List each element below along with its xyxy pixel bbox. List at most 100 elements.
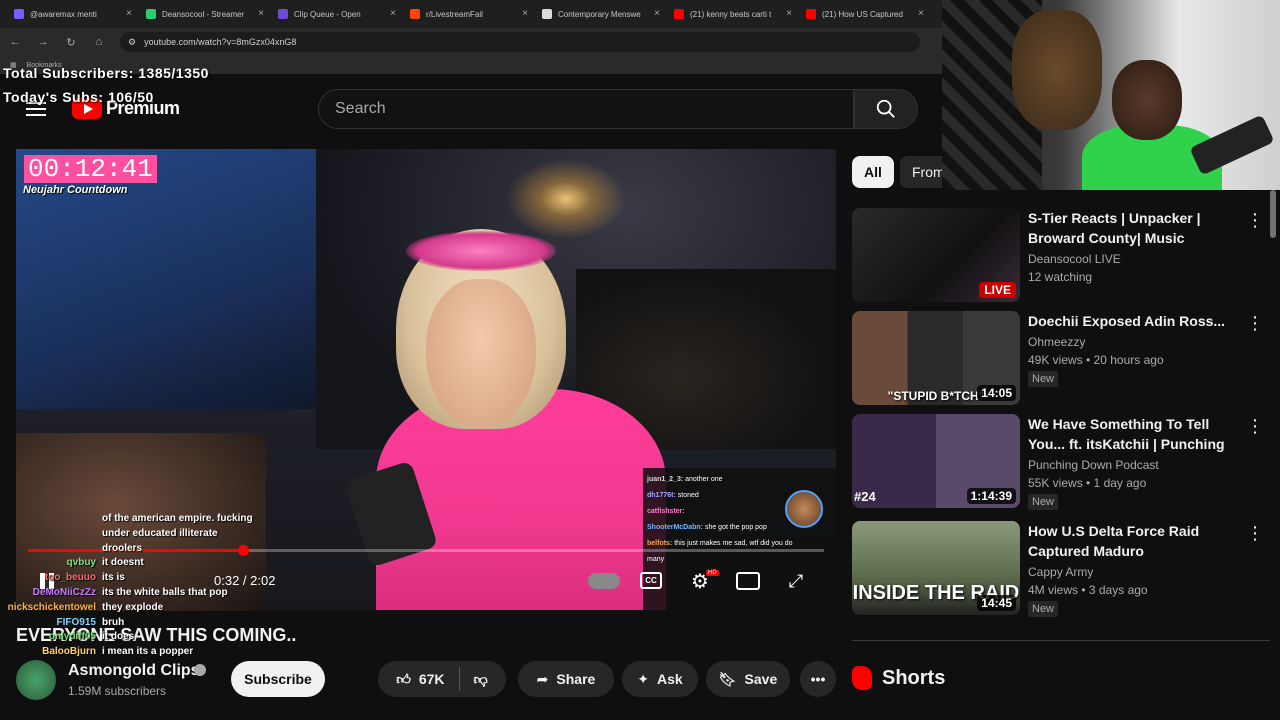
- tab-close-icon[interactable]: ×: [258, 8, 264, 19]
- more-vertical-icon[interactable]: ⋮: [1246, 417, 1264, 438]
- more-vertical-icon[interactable]: ⋮: [1246, 524, 1264, 545]
- tab-label: Deansocool - Streamer: [162, 9, 245, 19]
- tab-favicon-icon: [806, 9, 816, 19]
- tab-close-icon[interactable]: ×: [390, 8, 396, 19]
- site-info-icon[interactable]: ⚙: [128, 37, 136, 48]
- shorts-label: Shorts: [882, 666, 946, 689]
- chat-text: it doesnt: [102, 557, 144, 569]
- stream-chat-left-overlay: of the american empire. fucking under edu…: [4, 512, 294, 660]
- browser-tab[interactable]: @awaremax menti ×: [6, 3, 138, 25]
- save-button[interactable]: 🔖︎ Save: [706, 661, 790, 697]
- recommended-channel-name[interactable]: Ohmeezzy: [1028, 335, 1240, 349]
- subscribe-button[interactable]: Subscribe: [231, 661, 325, 697]
- browser-tab[interactable]: (21) How US Captured ×: [798, 3, 930, 25]
- tab-label: Contemporary Menswe: [558, 9, 641, 19]
- back-icon[interactable]: ←: [8, 36, 22, 48]
- chat-avatar: [785, 490, 823, 528]
- new-badge: New: [1028, 601, 1059, 617]
- recommended-channel-name[interactable]: Punching Down Podcast: [1028, 458, 1240, 472]
- browser-tab-strip: @awaremax menti × Deansocool - Streamer × Cl…: [0, 0, 942, 28]
- browser-tab[interactable]: (21) kenny beats carti t ×: [666, 3, 798, 25]
- reload-icon[interactable]: ↻: [64, 36, 78, 49]
- thumbs-down-icon: 👎︎: [473, 670, 488, 687]
- chat-text: its the white balls that pop: [102, 586, 228, 598]
- tab-close-icon[interactable]: ×: [522, 8, 528, 19]
- browser-tab[interactable]: r/LivestreamFail ×: [402, 3, 534, 25]
- autoplay-toggle[interactable]: [588, 573, 620, 589]
- like-button[interactable]: 👍︎ 67K: [396, 671, 444, 688]
- chat-username: belfots:: [647, 540, 673, 547]
- recommended-video-meta: S-Tier Reacts | Unpacker | Broward Count…: [1028, 208, 1240, 284]
- more-vertical-icon[interactable]: ⋮: [1246, 314, 1264, 335]
- screen: @awaremax menti × Deansocool - Streamer × Cl…: [0, 0, 1280, 720]
- chat-username: [4, 542, 96, 557]
- chat-text: she got the pop pop: [704, 524, 767, 531]
- recommended-video-meta: We Have Something To Tell You... ft. its…: [1028, 414, 1240, 510]
- fullscreen-icon[interactable]: ⤢: [784, 570, 808, 592]
- chat-username: juan1_2_3:: [647, 476, 684, 483]
- search-button[interactable]: [854, 89, 918, 129]
- chat-text: stoned: [677, 492, 699, 499]
- address-bar[interactable]: ⚙ youtube.com/watch?v=8mGzx04xnG8: [120, 32, 920, 52]
- filter-chip-all[interactable]: All: [852, 156, 894, 188]
- video-thumbnail[interactable]: INSIDE THE RAID 14:45: [852, 521, 1020, 615]
- search-input[interactable]: Search: [318, 89, 854, 129]
- tab-close-icon[interactable]: ×: [654, 8, 660, 19]
- browser-tab[interactable]: Clip Queue - Open ×: [270, 3, 402, 25]
- tab-favicon-icon: [14, 9, 24, 19]
- video-firework: [506, 159, 626, 239]
- tab-close-icon[interactable]: ×: [918, 8, 924, 19]
- chat-message: too_beuuo its is: [4, 571, 294, 586]
- recommended-video-title[interactable]: How U.S Delta Force Raid Captured Maduro: [1028, 521, 1240, 561]
- chat-username: catfishster:: [647, 508, 685, 515]
- recommended-video[interactable]: #24 1:14:39 We Have Something To Tell You.…: [852, 414, 1264, 510]
- video-thumbnail[interactable]: LIVE: [852, 208, 1020, 302]
- more-vertical-icon[interactable]: ⋮: [1246, 211, 1264, 232]
- subscriber-count: 1.59M subscribers: [68, 684, 167, 698]
- channel-name[interactable]: Asmongold Clips: [68, 662, 200, 680]
- shorts-icon: [852, 666, 872, 690]
- forward-icon[interactable]: →: [36, 36, 50, 48]
- section-divider: [852, 640, 1270, 641]
- recommended-video-meta: How U.S Delta Force Raid Captured Maduro…: [1028, 521, 1240, 617]
- video-thumbnail[interactable]: "STUPID B*TCH" 14:05: [852, 311, 1020, 405]
- chat-text: it does: [102, 631, 135, 643]
- tab-close-icon[interactable]: ×: [786, 8, 792, 19]
- dislike-button[interactable]: 👎︎: [474, 671, 488, 688]
- total-subscribers-overlay: Total Subscribers: 1385/1350: [3, 65, 209, 81]
- chat-message: FIFO915 bruh: [4, 616, 294, 631]
- video-thumbnail[interactable]: #24 1:14:39: [852, 414, 1020, 508]
- tab-label: (21) How US Captured: [822, 9, 903, 19]
- channel-avatar[interactable]: [16, 660, 56, 700]
- countdown-caption: Neujahr Countdown: [23, 184, 128, 196]
- recommended-video-stats: 49K views • 20 hours ago: [1028, 353, 1164, 367]
- save-label: Save: [744, 671, 778, 687]
- ask-button[interactable]: ✦ Ask: [622, 661, 698, 697]
- scrollbar[interactable]: [1270, 190, 1276, 238]
- recommended-channel-name[interactable]: Cappy Army: [1028, 565, 1240, 579]
- like-divider: [458, 667, 460, 691]
- browser-toolbar: ← → ↻ ⌂ ⚙ youtube.com/watch?v=8mGzx04xnG…: [0, 28, 942, 56]
- chat-username: too_beuuo: [44, 572, 96, 584]
- theater-mode-button[interactable]: [736, 572, 760, 590]
- more-actions-button[interactable]: •••: [800, 661, 836, 697]
- tab-close-icon[interactable]: ×: [126, 8, 132, 19]
- recommended-channel-name[interactable]: Deansocool LIVE: [1028, 252, 1240, 266]
- captions-button[interactable]: CC: [640, 572, 662, 589]
- browser-tab[interactable]: Contemporary Menswe ×: [534, 3, 666, 25]
- share-label: Share: [556, 671, 596, 687]
- share-button[interactable]: ➦ Share: [518, 661, 614, 697]
- hd-badge: HD: [706, 570, 719, 576]
- chat-message: onlydiff05 it does: [4, 630, 294, 645]
- recommended-video-title[interactable]: Doechii Exposed Adin Ross...: [1028, 311, 1240, 331]
- thumbs-up-icon: 👍︎: [396, 670, 411, 687]
- recommended-video[interactable]: "STUPID B*TCH" 14:05 Doechii Exposed Adin …: [852, 311, 1264, 407]
- recommended-video-title[interactable]: S-Tier Reacts | Unpacker | Broward Count…: [1028, 208, 1240, 248]
- recommended-video[interactable]: LIVE S-Tier Reacts | Unpacker | Broward C…: [852, 208, 1264, 304]
- recommended-video-title[interactable]: We Have Something To Tell You... ft. its…: [1028, 414, 1240, 454]
- chat-username: dh1776t:: [647, 492, 676, 499]
- browser-tab[interactable]: Deansocool - Streamer ×: [138, 3, 270, 25]
- recommended-video[interactable]: INSIDE THE RAID 14:45 How U.S Delta Force …: [852, 521, 1264, 617]
- more-horizontal-icon: •••: [810, 671, 826, 687]
- home-icon[interactable]: ⌂: [92, 36, 106, 48]
